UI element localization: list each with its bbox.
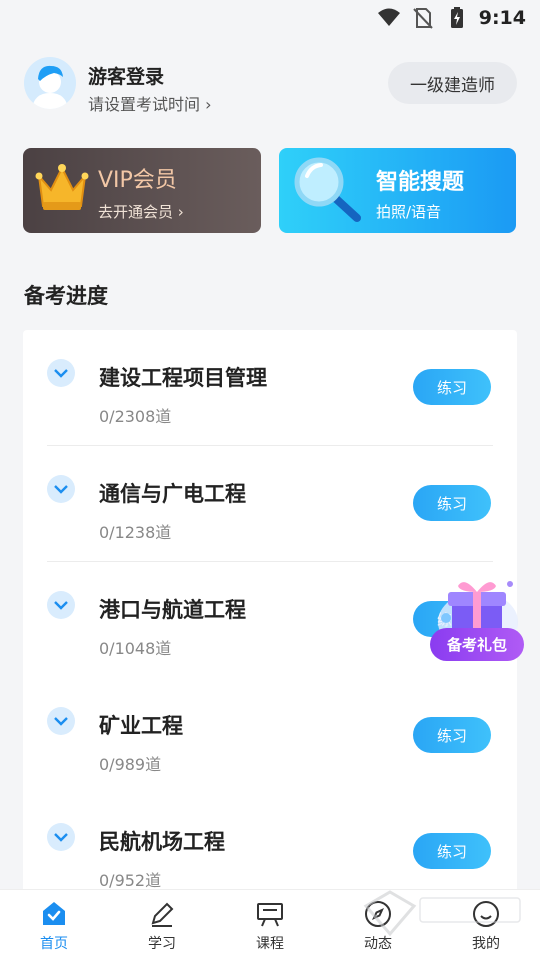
board-icon — [257, 903, 283, 927]
magnifier-icon — [294, 157, 361, 222]
status-bar: 9:14 — [0, 0, 540, 40]
nav-label: 学习 — [148, 936, 176, 952]
subject-title: 矿业工程 — [99, 714, 183, 738]
practice-button[interactable]: 练习 — [413, 485, 491, 521]
nav-item-study[interactable]: 学习 — [108, 890, 216, 960]
chevron-down-icon[interactable] — [47, 359, 75, 387]
subject-title: 港口与航道工程 — [99, 598, 246, 622]
crown-icon — [35, 164, 89, 210]
question-count: 0/1238道 — [99, 523, 172, 542]
status-icons: 9:14 — [377, 6, 526, 30]
subject-title: 通信与广电工程 — [99, 482, 246, 506]
nav-label: 首页 — [40, 936, 68, 952]
question-count: 0/2308道 — [99, 407, 172, 426]
list-item[interactable]: 矿业工程 0/989道 练习 — [23, 678, 517, 794]
watermark-logo — [363, 890, 521, 937]
avatar-icon — [24, 57, 76, 109]
chevron-down-icon[interactable] — [47, 475, 75, 503]
exam-level-button[interactable]: 一级建造师 — [388, 62, 517, 104]
question-count: 0/952道 — [99, 871, 162, 890]
vip-card[interactable]: VIP会员 去开通会员 › — [23, 148, 261, 233]
battery-charging-icon — [450, 7, 463, 28]
chevron-down-icon[interactable] — [47, 707, 75, 735]
practice-button[interactable]: 练习 — [413, 717, 491, 753]
subject-title: 建设工程项目管理 — [99, 366, 267, 390]
question-count: 0/1048道 — [99, 639, 172, 658]
nav-item-home[interactable]: 首页 — [0, 890, 108, 960]
practice-button[interactable]: 练习 — [413, 369, 491, 405]
set-exam-time-link[interactable]: 请设置考试时间 › — [88, 91, 212, 115]
no-sim-icon — [413, 8, 433, 29]
nav-item-courses[interactable]: 课程 — [216, 890, 324, 960]
vip-subtitle: 去开通会员 › — [98, 203, 184, 221]
chevron-down-icon[interactable] — [47, 823, 75, 851]
nav-label: 课程 — [256, 936, 284, 952]
avatar[interactable] — [24, 57, 76, 109]
section-title: 备考进度 — [24, 284, 108, 308]
wifi-icon — [377, 8, 400, 26]
status-time: 9:14 — [478, 7, 526, 29]
question-count: 0/989道 — [99, 755, 162, 774]
smart-search-subtitle: 拍照/语音 — [376, 203, 442, 221]
user-name[interactable]: 游客登录 — [88, 62, 164, 89]
chevron-down-icon[interactable] — [47, 591, 75, 619]
home-icon — [43, 902, 65, 925]
practice-button[interactable]: 练习 — [413, 833, 491, 869]
vip-title: VIP会员 — [98, 168, 177, 193]
smart-search-title: 智能搜题 — [376, 170, 465, 195]
pen-icon — [151, 902, 174, 927]
gift-pack-label[interactable]: 备考礼包 — [430, 628, 524, 661]
list-item[interactable]: 建设工程项目管理 0/2308道 练习 — [23, 330, 517, 446]
list-item[interactable]: 通信与广电工程 0/1238道 练习 — [23, 446, 517, 562]
subject-title: 民航机场工程 — [99, 830, 225, 854]
smart-search-card[interactable]: 智能搜题 拍照/语音 — [279, 148, 516, 233]
